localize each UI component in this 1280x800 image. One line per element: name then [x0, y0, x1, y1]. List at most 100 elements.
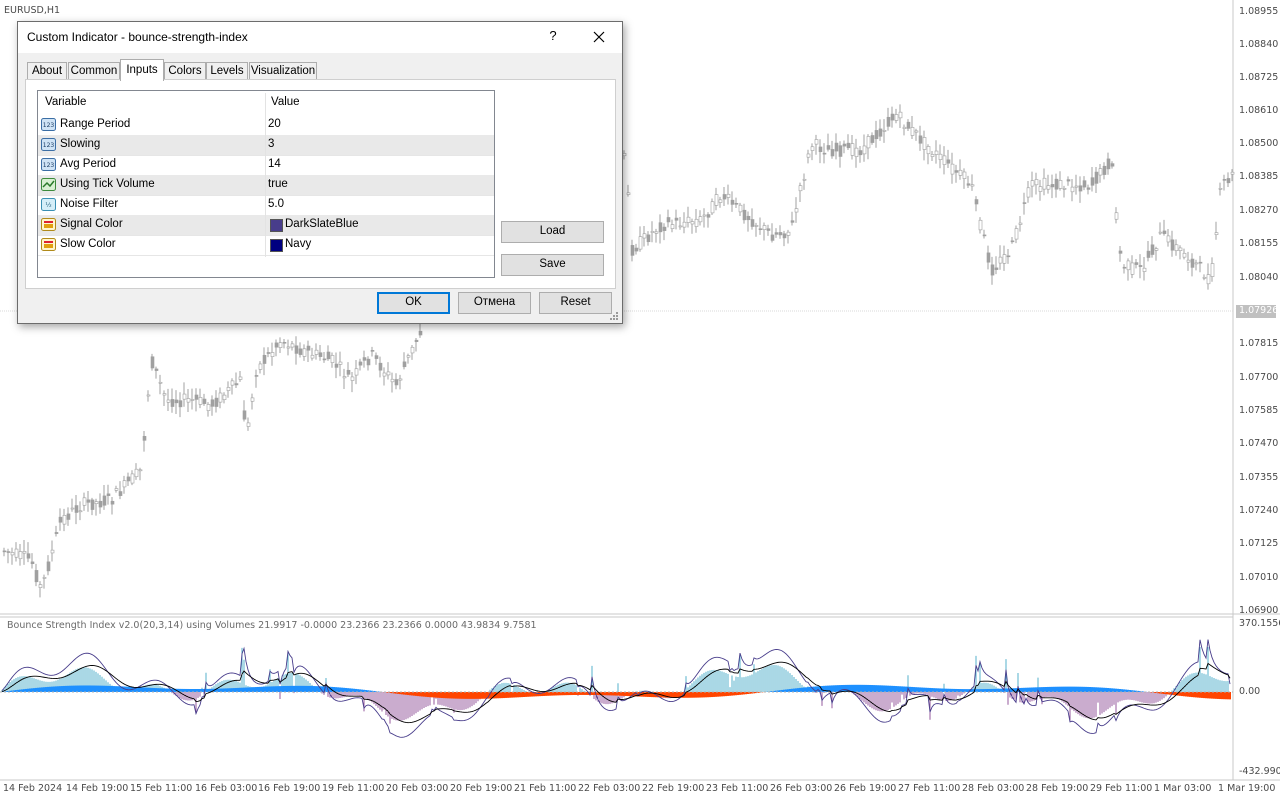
input-row[interactable]: Slow Color Navy [38, 235, 494, 256]
input-name: Slowing [60, 138, 101, 150]
candle-body [58, 516, 63, 523]
input-name: Using Tick Volume [60, 178, 155, 190]
tab-about[interactable]: About [27, 62, 67, 80]
candle-body [302, 348, 307, 357]
candle-body [894, 114, 899, 121]
save-button[interactable]: Save [501, 254, 604, 276]
tab-inputs[interactable]: Inputs [120, 59, 164, 81]
header-value[interactable]: Value [271, 96, 300, 108]
candle-body [214, 397, 219, 407]
time-axis-label: 20 Feb 19:00 [450, 783, 513, 794]
indicator-info-label: Bounce Strength Index v2.0(20,3,14) usin… [7, 620, 537, 631]
tab-common[interactable]: Common [68, 62, 120, 80]
ok-button[interactable]: OK [377, 292, 450, 314]
header-variable[interactable]: Variable [45, 96, 86, 108]
candle-body [1230, 171, 1235, 175]
candle-body [134, 468, 139, 478]
candle-body [18, 551, 23, 560]
candle-body [30, 561, 35, 565]
input-value[interactable]: 5.0 [268, 198, 284, 210]
candle-body [210, 399, 215, 407]
candle-body [338, 361, 343, 365]
input-row[interactable]: 123 Range Period 20 [38, 115, 494, 136]
candle-body [906, 121, 911, 129]
candle-body [638, 236, 643, 250]
candle-body [930, 154, 935, 157]
price-axis-label: 1.08840 [1239, 39, 1279, 50]
candle-body [990, 264, 995, 276]
input-value[interactable]: DarkSlateBlue [285, 218, 359, 230]
candle-body [230, 380, 235, 386]
candle-body [762, 225, 767, 231]
candle-body [354, 368, 359, 376]
time-axis-label: 1 Mar 19:00 [1218, 783, 1276, 794]
candle-body [414, 339, 419, 342]
candle-body [126, 476, 131, 482]
tab-colors[interactable]: Colors [164, 62, 206, 80]
candle-body [254, 375, 259, 377]
inputs-panel: Variable Value 123 Range Period 20 123 Slowi… [25, 79, 616, 289]
cancel-button[interactable]: Отмена [458, 292, 531, 314]
candle-body [1182, 252, 1187, 258]
input-value[interactable]: true [268, 178, 288, 190]
candle-body [710, 201, 715, 214]
load-button[interactable]: Load [501, 221, 604, 243]
candle-body [114, 488, 119, 491]
close-icon[interactable] [588, 26, 610, 48]
candle-body [978, 219, 983, 231]
input-row[interactable]: 123 Slowing 3 [38, 135, 494, 156]
input-value[interactable]: Navy [285, 238, 311, 250]
candle-body [870, 135, 875, 143]
candle-body [1054, 178, 1059, 190]
candle-body [918, 135, 923, 144]
candle-body [922, 137, 927, 150]
time-axis-label: 20 Feb 03:00 [386, 783, 449, 794]
candle-body [1062, 187, 1067, 190]
input-row[interactable]: Using Tick Volume true [38, 175, 494, 196]
time-axis-label: 15 Feb 11:00 [130, 783, 193, 794]
input-name: Signal Color [60, 218, 123, 230]
candle-body [1134, 262, 1139, 265]
indicator-zero-label: 0.00 [1239, 686, 1261, 697]
time-axis-label: 22 Feb 19:00 [642, 783, 705, 794]
candle-body [1006, 255, 1011, 258]
input-row[interactable]: Signal Color DarkSlateBlue [38, 215, 494, 236]
tab-visualization[interactable]: Visualization [249, 62, 317, 80]
inputs-grid[interactable]: Variable Value 123 Range Period 20 123 Slowi… [37, 90, 495, 278]
candle-body [910, 127, 915, 136]
candle-body [938, 153, 943, 160]
time-axis-label: 19 Feb 11:00 [322, 783, 385, 794]
input-row[interactable]: 123 Avg Period 14 [38, 155, 494, 176]
candle-body [1170, 239, 1175, 251]
help-button[interactable]: ? [546, 28, 560, 46]
input-value[interactable]: 14 [268, 158, 281, 170]
candle-body [1074, 185, 1079, 188]
input-value[interactable]: 3 [268, 138, 274, 150]
candle-body [1150, 244, 1155, 255]
input-value[interactable]: 20 [268, 118, 281, 130]
candle-body [926, 146, 931, 155]
candle-body [954, 170, 959, 173]
resize-grip-icon[interactable] [609, 311, 619, 321]
dialog-titlebar[interactable]: Custom Indicator - bounce-strength-index… [18, 22, 622, 53]
candle-body [1186, 259, 1191, 263]
input-row[interactable]: ½ Noise Filter 5.0 [38, 195, 494, 216]
time-axis-label: 21 Feb 11:00 [514, 783, 577, 794]
tab-levels[interactable]: Levels [206, 62, 248, 80]
candle-body [1014, 228, 1019, 240]
candle-body [686, 216, 691, 223]
candle-body [810, 146, 815, 151]
candle-body [318, 352, 323, 357]
candle-body [694, 218, 699, 227]
candle-body [386, 371, 391, 376]
candle-body [106, 493, 111, 496]
candle-body [1106, 158, 1111, 170]
reset-button[interactable]: Reset [539, 292, 612, 314]
candle-body [242, 410, 247, 420]
candle-body [1066, 179, 1071, 182]
candle-body [1142, 267, 1147, 272]
candle-body [82, 497, 87, 506]
candle-body [1030, 180, 1035, 187]
candle-body [826, 145, 831, 150]
candle-body [1042, 177, 1047, 190]
